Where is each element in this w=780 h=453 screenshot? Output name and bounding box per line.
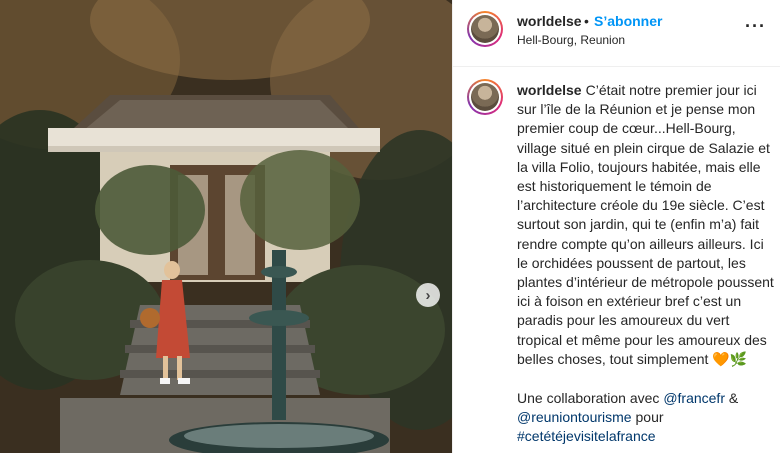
collab-amp: & [725, 390, 739, 407]
post-header: worldelse • S’abonner Hell-Bourg, Reunio… [453, 0, 780, 67]
collab-mid: pour [631, 409, 664, 426]
chevron-right-icon: › [425, 286, 431, 304]
collaboration-line: Une collaboration avec @francefr & @reun… [517, 389, 777, 447]
collab-prefix: Une collaboration avec [517, 390, 664, 407]
mention-reuniontourisme[interactable]: @reuniontourisme [517, 409, 632, 425]
caption-text: C’était notre premier jour ici sur l’île… [517, 82, 774, 367]
caption-avatar[interactable] [467, 79, 503, 115]
more-options-icon[interactable]: ··· [745, 16, 766, 37]
avatar[interactable] [467, 11, 503, 47]
follow-button[interactable]: S’abonner [594, 13, 662, 29]
caption-username[interactable]: worldelse [517, 82, 582, 98]
post-sidebar: worldelse • S’abonner Hell-Bourg, Reunio… [452, 0, 780, 453]
post-caption: worldelse C’était notre premier jour ici … [517, 81, 777, 447]
location-link[interactable]: Hell-Bourg, Reunion [517, 33, 625, 47]
hashtag-link[interactable]: #cetétéjevisitelafrance [517, 428, 656, 444]
garden-villa-illustration [0, 0, 452, 453]
post-photo[interactable]: › [0, 0, 452, 453]
separator-dot: • [584, 13, 589, 29]
mention-francefr[interactable]: @francefr [663, 390, 725, 406]
instagram-post: › worldelse • S’abonner Hell-Bourg, Reun… [0, 0, 780, 453]
header-username[interactable]: worldelse [517, 13, 582, 29]
next-photo-button[interactable]: › [416, 283, 440, 307]
